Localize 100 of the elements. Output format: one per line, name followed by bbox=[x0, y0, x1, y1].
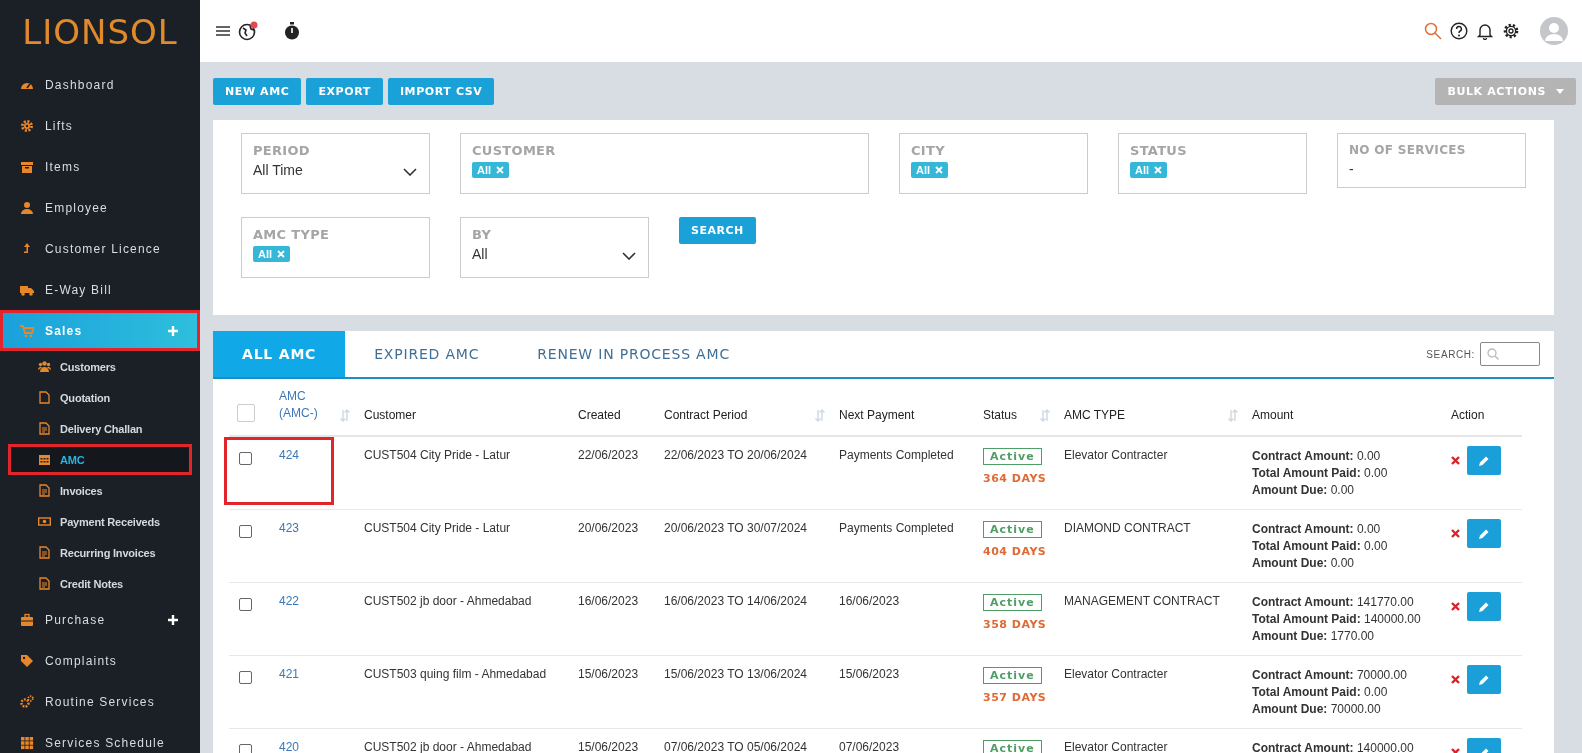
sidebar-subitem[interactable]: Invoices bbox=[8, 475, 192, 506]
column-header[interactable]: Action bbox=[1451, 408, 1522, 422]
table-cell: 16/06/2023 TO 14/06/2024 bbox=[664, 594, 807, 608]
amc-link[interactable]: 424 bbox=[279, 448, 300, 462]
checkbox[interactable] bbox=[239, 671, 252, 684]
select-value: All Time bbox=[253, 162, 303, 178]
table-cell: 16/06/2023 bbox=[839, 594, 900, 608]
settings-icon[interactable] bbox=[1502, 22, 1520, 40]
gear-icon bbox=[20, 118, 34, 133]
table-cell: Payments Completed bbox=[839, 448, 954, 462]
delete-icon[interactable] bbox=[1451, 529, 1460, 538]
sidebar-item[interactable]: Complaints bbox=[0, 640, 200, 681]
column-header[interactable]: Contract Period bbox=[664, 408, 839, 422]
amc-link[interactable]: 420 bbox=[279, 740, 300, 753]
checkbox[interactable] bbox=[239, 452, 252, 465]
edit-button[interactable] bbox=[1467, 665, 1501, 694]
amc-link[interactable]: 422 bbox=[279, 594, 300, 608]
delete-icon[interactable] bbox=[1451, 675, 1460, 684]
sidebar-item[interactable]: Lifts bbox=[0, 105, 200, 146]
sidebar-subitem[interactable]: AMC bbox=[8, 444, 192, 475]
gears-icon bbox=[20, 694, 34, 709]
document-icon bbox=[38, 546, 51, 559]
column-header[interactable]: AMC TYPE bbox=[1064, 408, 1252, 422]
sidebar-item[interactable]: Employee bbox=[0, 187, 200, 228]
sidebar-subitem[interactable]: Delivery Challan bbox=[8, 413, 192, 444]
sidebar-item[interactable]: Dashboard bbox=[0, 64, 200, 105]
document-icon bbox=[38, 484, 51, 497]
sidebar-subitem[interactable]: Customers bbox=[8, 351, 192, 382]
sidebar-subitem[interactable]: Credit Notes bbox=[8, 568, 192, 599]
close-icon bbox=[935, 166, 944, 174]
pencil-icon bbox=[1478, 673, 1490, 686]
amount-line: Amount Due: 70000.00 bbox=[1252, 701, 1382, 718]
close-icon bbox=[496, 166, 505, 174]
edit-button[interactable] bbox=[1467, 592, 1501, 621]
status-badge: Active bbox=[983, 740, 1042, 753]
search-icon[interactable] bbox=[1424, 22, 1442, 40]
tab[interactable]: EXPIRED AMC bbox=[345, 331, 509, 377]
sidebar-item[interactable]: Customer Licence bbox=[0, 228, 200, 269]
amc-link[interactable]: 423 bbox=[279, 521, 300, 535]
edit-button[interactable] bbox=[1467, 446, 1501, 475]
field-value: - bbox=[1349, 161, 1354, 177]
table-cell: CUST504 City Pride - Latur bbox=[364, 448, 511, 462]
table-cell: CUST502 jb door - Ahmedabad bbox=[364, 740, 532, 753]
edit-button[interactable] bbox=[1467, 519, 1501, 548]
table-cell: Elevator Contracter bbox=[1064, 667, 1168, 681]
table-cell: 20/06/2023 bbox=[578, 521, 639, 535]
briefcase-icon bbox=[20, 612, 34, 627]
table-cell: Elevator Contracter bbox=[1064, 448, 1168, 462]
amount-line: Contract Amount: 70000.00 bbox=[1252, 667, 1408, 684]
sidebar-subitem[interactable]: Payment Receiveds bbox=[8, 506, 192, 537]
filter-label: CUSTOMER bbox=[472, 143, 557, 158]
person-icon bbox=[20, 200, 34, 215]
delete-icon[interactable] bbox=[1451, 602, 1460, 611]
table-cell: CUST502 jb door - Ahmedabad bbox=[364, 594, 532, 608]
table-cell: 07/06/2023 bbox=[839, 740, 900, 753]
search-label: SEARCH: bbox=[1426, 348, 1475, 360]
column-header[interactable]: AMC (AMC-) bbox=[279, 388, 364, 422]
sidebar-item[interactable]: Services Schedule bbox=[0, 722, 200, 753]
column-header[interactable]: Next Payment bbox=[839, 408, 983, 422]
globe-icon[interactable] bbox=[238, 21, 258, 41]
amount-line: Total Amount Paid: 0.00 bbox=[1252, 538, 1389, 555]
menu-icon[interactable] bbox=[216, 25, 230, 37]
table-cell: MANAGEMENT CONTRACT bbox=[1064, 594, 1220, 608]
sidebar-item[interactable]: Items bbox=[0, 146, 200, 187]
sidebar-item[interactable]: E-Way Bill bbox=[0, 269, 200, 310]
checkbox[interactable] bbox=[239, 598, 252, 611]
document-icon bbox=[38, 391, 51, 404]
status-badge: Active bbox=[983, 594, 1042, 611]
filter-select[interactable]: BY All bbox=[460, 217, 649, 278]
stopwatch-icon[interactable] bbox=[284, 22, 300, 40]
search-field[interactable] bbox=[1480, 342, 1540, 366]
logo[interactable]: LIONSOL bbox=[22, 12, 178, 52]
sidebar-subitem[interactable]: Quotation bbox=[8, 382, 192, 413]
amount-line: Total Amount Paid: 140000.00 bbox=[1252, 611, 1422, 628]
filter-select[interactable]: PERIOD All Time bbox=[241, 133, 430, 194]
help-icon[interactable] bbox=[1450, 22, 1468, 40]
filter-field[interactable]: NO OF SERVICES - bbox=[1337, 133, 1526, 188]
table-cell: CUST504 City Pride - Latur bbox=[364, 521, 511, 535]
column-header[interactable]: Created bbox=[578, 408, 664, 422]
amount-line: Total Amount Paid: 0.00 bbox=[1252, 684, 1389, 701]
bell-icon[interactable] bbox=[1476, 22, 1494, 40]
amount-line: Amount Due: 1770.00 bbox=[1252, 628, 1376, 645]
amc-link[interactable]: 421 bbox=[279, 667, 300, 681]
sidebar-subitem[interactable]: Recurring Invoices bbox=[8, 537, 192, 568]
column-header[interactable]: Customer bbox=[364, 408, 578, 422]
table-cell: Elevator Contracter bbox=[1064, 740, 1168, 753]
filter-label: STATUS bbox=[1130, 143, 1188, 158]
column-header[interactable]: Amount bbox=[1252, 408, 1451, 422]
cart-icon bbox=[20, 323, 34, 338]
sidebar-item[interactable]: Routine Services bbox=[0, 681, 200, 722]
banknote-icon bbox=[38, 515, 51, 528]
sidebar-item[interactable]: Purchase bbox=[0, 599, 200, 640]
delete-icon[interactable] bbox=[1451, 456, 1460, 465]
select-value: All bbox=[472, 246, 488, 262]
checkbox[interactable] bbox=[239, 525, 252, 538]
filter-label: PERIOD bbox=[253, 143, 311, 158]
table-cell: 20/06/2023 TO 30/07/2024 bbox=[664, 521, 807, 535]
tag-icon bbox=[20, 653, 34, 668]
tab[interactable]: RENEW IN PROCESS AMC bbox=[508, 331, 759, 377]
column-header[interactable]: Status bbox=[983, 408, 1064, 422]
